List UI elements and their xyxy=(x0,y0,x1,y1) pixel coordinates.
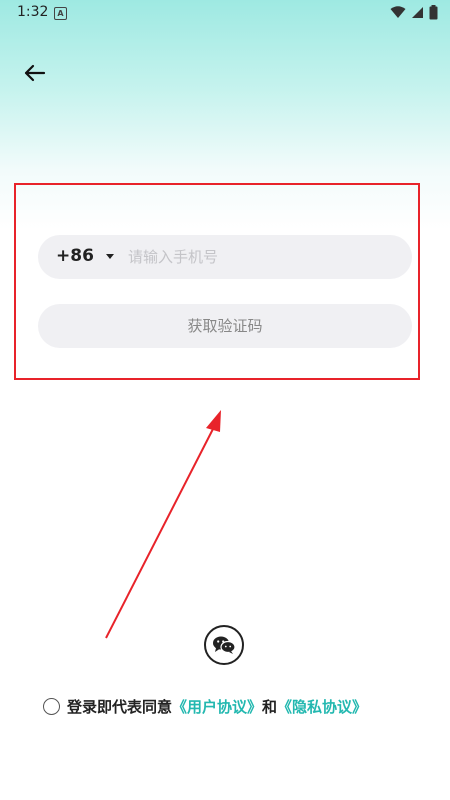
signal-icon xyxy=(412,7,423,18)
status-bar: 1:32 A xyxy=(0,0,450,26)
agreement-checkbox[interactable] xyxy=(43,698,60,715)
notification-icon: A xyxy=(54,7,67,20)
annotation-arrow xyxy=(105,410,221,639)
get-code-button[interactable]: 获取验证码 xyxy=(38,304,412,348)
agreement-prefix: 登录即代表同意 xyxy=(67,698,173,716)
back-button[interactable] xyxy=(22,60,52,86)
user-agreement-link[interactable]: 《用户协议》 xyxy=(172,696,262,717)
wifi-icon xyxy=(390,6,406,18)
login-form-highlight xyxy=(14,183,420,380)
status-time: 1:32 xyxy=(17,4,49,20)
privacy-policy-link[interactable]: 《隐私协议》 xyxy=(277,696,367,717)
agreement-connector: 和 xyxy=(262,698,278,716)
wechat-login-button[interactable] xyxy=(204,625,244,665)
chevron-down-icon[interactable] xyxy=(106,254,114,259)
battery-icon xyxy=(429,5,438,20)
agreement-row: 登录即代表同意 《用户协议》 和 《隐私协议》 xyxy=(43,696,367,717)
phone-field: +86 xyxy=(38,235,412,279)
wechat-icon xyxy=(213,636,236,654)
status-icons xyxy=(390,5,438,20)
back-arrow-icon xyxy=(24,64,46,82)
country-code-selector[interactable]: +86 xyxy=(56,246,94,266)
phone-input[interactable] xyxy=(128,235,398,279)
